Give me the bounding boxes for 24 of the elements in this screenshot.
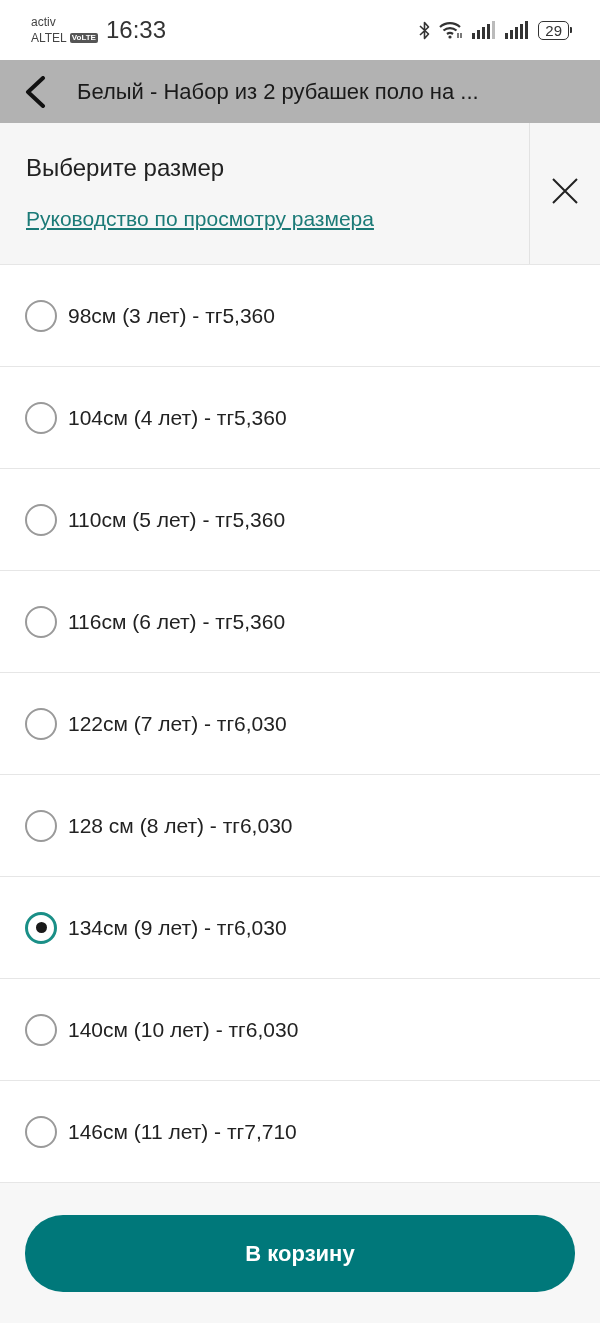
signal-icon [505,21,530,39]
carrier-name: activ [31,15,57,29]
sheet-title: Выберите размер [26,153,226,183]
volte-badge: VoLTE [69,33,98,43]
radio-button[interactable] [25,605,57,638]
size-guide-link[interactable]: Руководство по просмотру размера [26,206,374,232]
signal-icon [472,21,497,39]
radio-button[interactable] [25,503,57,536]
radio-button[interactable] [25,1115,57,1148]
add-to-cart-button[interactable]: В корзину [25,1215,575,1292]
clock-time: 16:33 [105,16,166,44]
radio-button[interactable] [25,401,57,434]
network-name: ALTEL [31,31,67,45]
radio-button[interactable] [25,299,57,332]
battery-indicator: 29 [538,20,572,40]
wifi-icon [439,21,464,39]
bluetooth-icon [419,20,431,40]
radio-button[interactable] [25,1013,57,1046]
radio-button[interactable] [25,809,57,842]
product-title: Белый - Набор из 2 рубашек поло на ... [77,78,479,105]
close-icon[interactable] [552,177,578,204]
radio-button[interactable] [25,911,57,944]
back-icon[interactable] [24,75,46,108]
radio-button[interactable] [25,707,57,740]
